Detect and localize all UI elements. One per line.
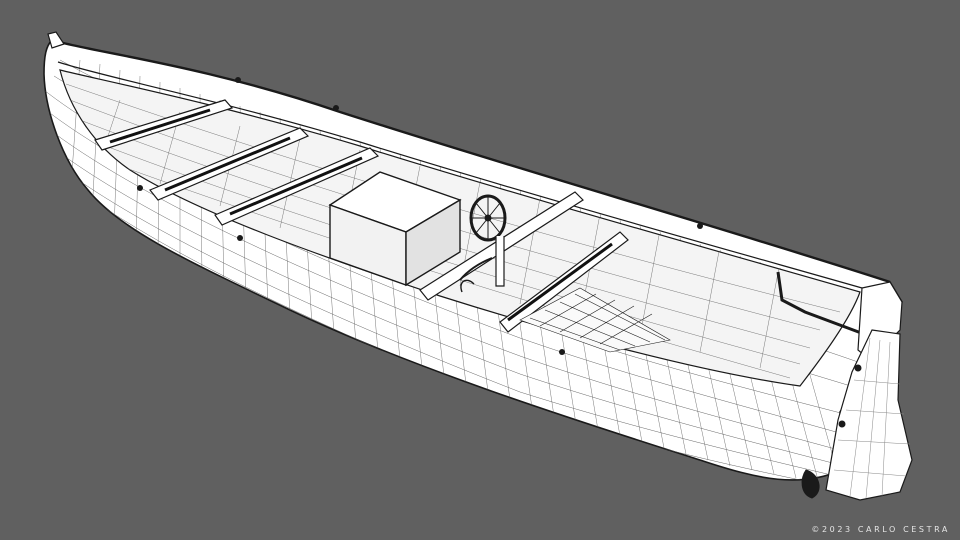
render-canvas: ©2023 CARLO CESTRA — [0, 0, 960, 540]
rowlock-4 — [137, 185, 143, 191]
rowlock-2 — [333, 105, 339, 111]
rowlock-3 — [237, 235, 243, 241]
boat-render — [43, 31, 913, 501]
copyright-credit: ©2023 CARLO CESTRA — [811, 525, 950, 534]
rowlock-5 — [559, 349, 565, 355]
rowlock-1 — [235, 77, 241, 83]
rowlock-6 — [697, 223, 703, 229]
